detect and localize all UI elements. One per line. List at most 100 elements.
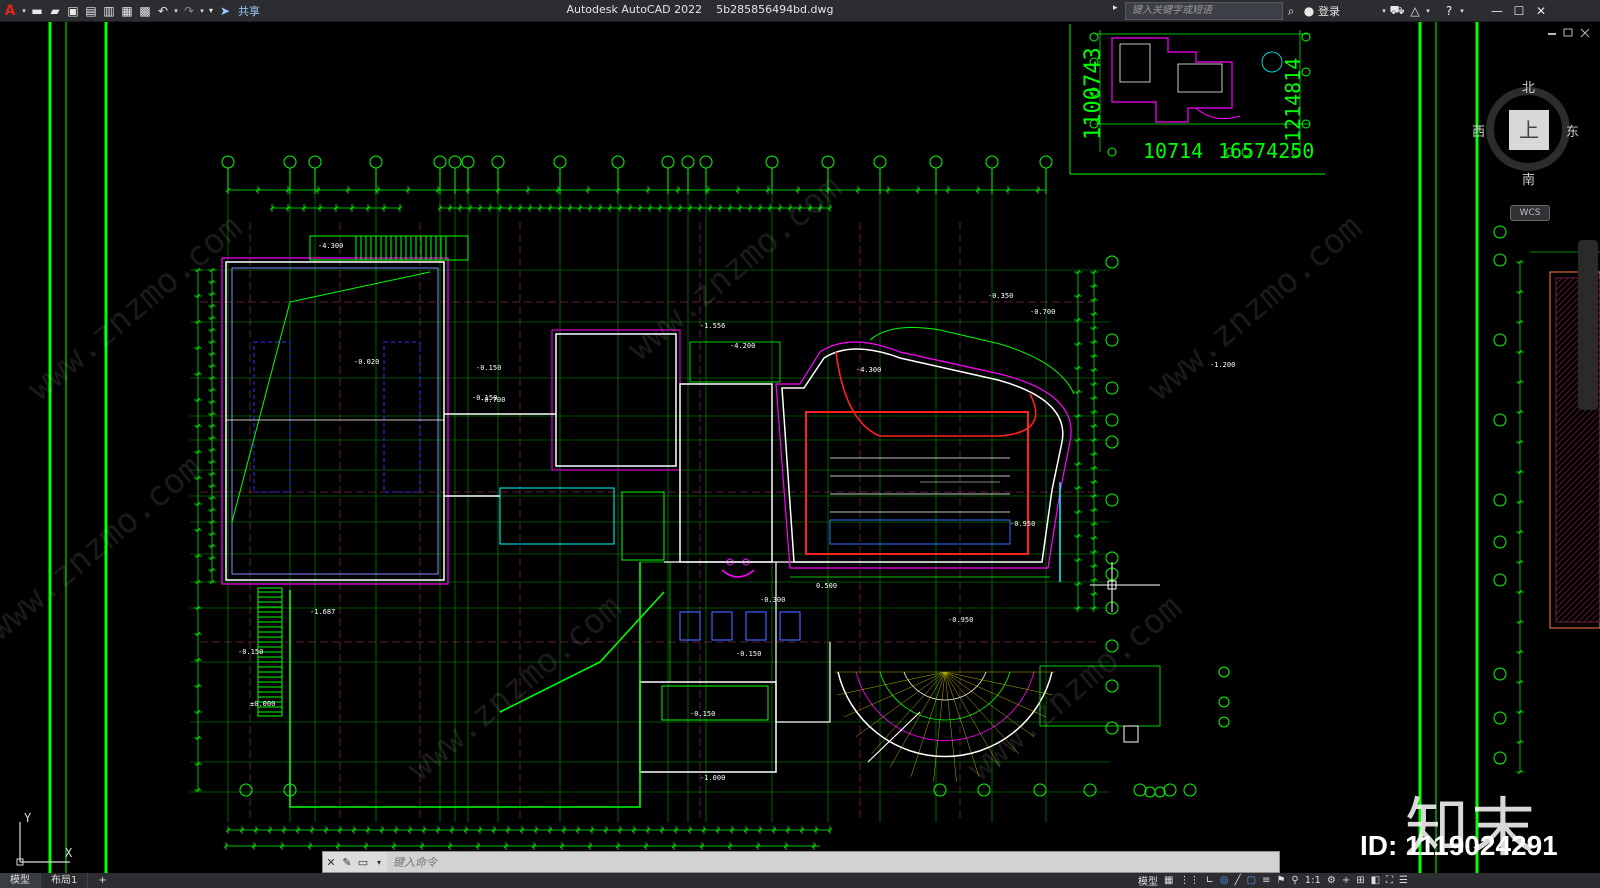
elevation-label: -1.000 (700, 774, 725, 782)
units-icon[interactable]: ⊞ (1356, 875, 1364, 886)
cart-icon[interactable]: ⛟ (1388, 2, 1406, 20)
share-icon[interactable]: ➤ (216, 2, 234, 20)
pool-building (775, 327, 1075, 582)
scale-value[interactable]: 1:1 (1305, 875, 1321, 886)
add-icon[interactable]: + (1342, 875, 1350, 886)
watermark-id: ID: 1119024291 (1360, 830, 1558, 861)
inset-dim-vertical: 1100743 (1081, 47, 1106, 140)
model-space-toggle[interactable]: 模型 (1138, 873, 1158, 888)
left-hall (221, 257, 449, 585)
tab-model[interactable]: 模型 (0, 873, 41, 888)
svg-text:www.znzmo.com: www.znzmo.com (620, 167, 850, 369)
status-bar: 模型 布局1 + 模型 ▦ ⋮⋮ ∟ ◎ ╱ ▢ ≡ ⚑ ⚲ 1:1 ⚙ + ⊞… (0, 873, 1600, 888)
print-icon[interactable]: ▩ (136, 2, 154, 20)
elevation-label: -0.150 (690, 710, 715, 718)
elevation-label: -0.150 (476, 364, 501, 372)
command-line: ✕ ✎ ▭ ▾ (322, 851, 1280, 873)
inset-dim-a: 10714 (1143, 139, 1203, 163)
undo-dropdown-icon[interactable]: ▾ (172, 2, 180, 20)
save-icon[interactable]: ▣ (64, 2, 82, 20)
elevation-label: -0.300 (760, 596, 785, 604)
elevation-label: -0.150 (736, 650, 761, 658)
elevation-label: -0.950 (1010, 520, 1035, 528)
viewport-close-icon (1580, 28, 1590, 38)
help-icon[interactable]: ? (1440, 2, 1458, 20)
minimize-button[interactable]: — (1486, 4, 1508, 18)
snap-icon[interactable]: ⋮⋮ (1179, 875, 1199, 886)
autocad-app-icon[interactable]: A (0, 2, 20, 20)
save-web-icon[interactable]: ▦ (118, 2, 136, 20)
isolate-icon[interactable]: ◧ (1371, 875, 1380, 886)
compass-west[interactable]: 西 (1472, 121, 1485, 140)
watermark-diagonal: www.znzmo.com www.znzmo.com www.znzmo.co… (0, 167, 1370, 789)
open-folder-icon[interactable]: ▰ (46, 2, 64, 20)
lineweight-icon[interactable]: ≡ (1262, 875, 1270, 886)
maximize-button[interactable]: ☐ (1508, 4, 1530, 18)
command-dropdown-icon[interactable]: ▾ (371, 858, 387, 867)
viewcube-top-face[interactable]: 上 (1509, 110, 1549, 150)
search-icon[interactable]: ⌕ (1282, 2, 1300, 20)
annotation-scale-icon[interactable]: ⚲ (1291, 875, 1298, 886)
redo-icon[interactable]: ↷ (180, 2, 198, 20)
cad-drawing: 1100743 10714 16574250 1214814 -4.300 -0.… (0, 22, 1600, 873)
navigation-bar[interactable] (1578, 240, 1598, 410)
elevation-label: -4.300 (318, 242, 343, 250)
ortho-icon[interactable]: ∟ (1205, 875, 1213, 886)
axis-grid (190, 194, 1110, 822)
settings-gear-icon[interactable]: ⚙ (1327, 875, 1336, 886)
compass-south[interactable]: 南 (1522, 169, 1535, 188)
compass-east[interactable]: 东 (1566, 121, 1579, 140)
elevation-label: -0.700 (1030, 308, 1055, 316)
help-dropdown-icon[interactable]: ▾ (1458, 2, 1466, 20)
compass-north[interactable]: 北 (1522, 77, 1535, 96)
elevation-label: -0.350 (988, 292, 1013, 300)
elevation-label: -4.200 (730, 342, 755, 350)
annotation-visibility-icon[interactable]: ⚑ (1276, 875, 1285, 886)
login-dropdown-icon[interactable]: ▾ (1380, 2, 1388, 20)
svg-text:www.znzmo.com: www.znzmo.com (960, 587, 1190, 789)
quick-access-toolbar: A ▾ ▬ ▰ ▣ ▤ ▥ ▦ ▩ ↶ ▾ ↷ ▾ ▾ ➤ 共享 (0, 0, 260, 21)
drawing-canvas[interactable]: 1100743 10714 16574250 1214814 -4.300 -0.… (0, 22, 1600, 873)
a360-dropdown-icon[interactable]: ▾ (1424, 2, 1432, 20)
elevation-label: -0.020 (354, 358, 379, 366)
wcs-menu[interactable]: WCS (1510, 205, 1550, 221)
search-expand-icon[interactable]: ▸ (1113, 3, 1118, 13)
file-name: 5b285856494bd.dwg (716, 3, 834, 16)
elevation-label: 0.500 (816, 582, 837, 590)
elevation-label: -0.950 (948, 616, 973, 624)
elevation-label: -0.150 (238, 648, 263, 656)
command-close-icon[interactable]: ✕ (323, 856, 339, 869)
fullscreen-icon[interactable]: ⛶ (1386, 875, 1393, 886)
command-history-icon[interactable]: ▭ (355, 856, 371, 869)
ucs-y-label: Y (24, 812, 32, 825)
share-button[interactable]: 共享 (238, 3, 260, 19)
customize-toolbar-icon[interactable]: ▾ (206, 2, 216, 20)
dropdown-chevron-icon[interactable]: ▾ (20, 2, 28, 20)
grid-icon[interactable]: ▦ (1164, 875, 1173, 886)
viewcube[interactable]: 上 北 南 东 西 (1472, 77, 1588, 207)
isodraft-icon[interactable]: ╱ (1235, 875, 1241, 886)
redo-dropdown-icon[interactable]: ▾ (198, 2, 206, 20)
login-button[interactable]: 登录 (1318, 3, 1340, 19)
command-input[interactable] (387, 852, 1279, 872)
add-layout-button[interactable]: + (88, 873, 116, 888)
tab-layout1[interactable]: 布局1 (41, 873, 89, 888)
elevation-label: -1.556 (700, 322, 725, 330)
close-button[interactable]: ✕ (1530, 4, 1552, 18)
save-as-icon[interactable]: ▤ (82, 2, 100, 20)
inset-dim-vertical-2: 1214814 (1281, 58, 1305, 142)
undo-icon[interactable]: ↶ (154, 2, 172, 20)
customize-menu-icon[interactable]: ☰ (1399, 875, 1408, 886)
title-bar: A ▾ ▬ ▰ ▣ ▤ ▥ ▦ ▩ ↶ ▾ ↷ ▾ ▾ ➤ 共享 Autodes… (0, 0, 1600, 22)
polar-icon[interactable]: ◎ (1220, 875, 1229, 886)
svg-text:www.znzmo.com: www.znzmo.com (400, 587, 630, 789)
open-web-icon[interactable]: ▥ (100, 2, 118, 20)
user-icon[interactable]: ● (1300, 2, 1318, 20)
osnap-icon[interactable]: ▢ (1247, 875, 1256, 886)
status-tray: 模型 ▦ ⋮⋮ ∟ ◎ ╱ ▢ ≡ ⚑ ⚲ 1:1 ⚙ + ⊞ ◧ ⛶ ☰ (1138, 873, 1408, 888)
command-customize-icon[interactable]: ✎ (339, 856, 355, 869)
autodesk-a360-icon[interactable]: △ (1406, 2, 1424, 20)
search-input[interactable]: 键入关键字或短语 (1125, 2, 1283, 20)
ucs-x-label: X (65, 846, 73, 860)
new-file-icon[interactable]: ▬ (28, 2, 46, 20)
